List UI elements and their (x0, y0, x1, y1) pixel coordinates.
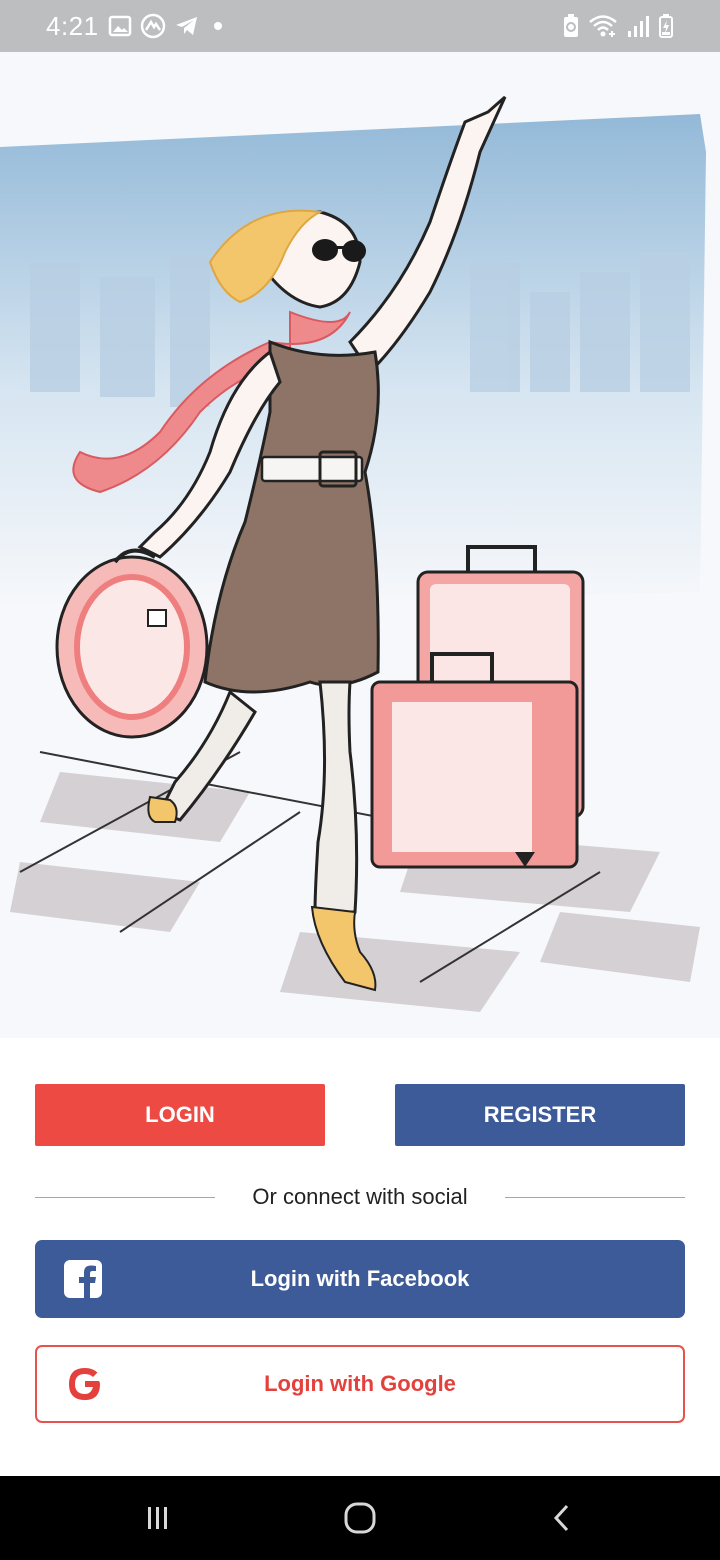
social-divider-text: Or connect with social (252, 1184, 468, 1209)
system-icons (562, 12, 674, 40)
battery-saver-icon (564, 14, 578, 37)
divider-right (505, 1197, 685, 1198)
google-login-label: Login with Google (264, 1371, 456, 1396)
back-icon[interactable] (542, 1500, 582, 1536)
hero-illustration (0, 52, 720, 1038)
divider-left (35, 1197, 215, 1198)
notification-icons (108, 12, 222, 40)
google-login-button[interactable]: Login with Google (35, 1345, 685, 1423)
facebook-icon (63, 1259, 103, 1299)
register-button[interactable]: REGISTER (395, 1084, 685, 1146)
signal-icon (628, 16, 649, 37)
google-icon (65, 1364, 105, 1404)
navigation-bar (0, 1476, 720, 1560)
status-bar: 4:21 (0, 0, 720, 52)
home-icon[interactable] (340, 1500, 380, 1536)
app-icon (140, 13, 166, 39)
woman-with-luggage-illustration (0, 52, 720, 1038)
login-button-label: LOGIN (145, 1102, 215, 1127)
gallery-icon (108, 15, 132, 37)
login-button[interactable]: LOGIN (35, 1084, 325, 1146)
battery-charging-icon (659, 14, 673, 38)
more-notifications-dot (214, 22, 222, 30)
telegram-icon (176, 17, 197, 35)
facebook-login-button[interactable]: Login with Facebook (35, 1240, 685, 1318)
facebook-login-label: Login with Facebook (250, 1266, 470, 1291)
recents-icon[interactable] (138, 1500, 178, 1536)
wifi-icon (589, 15, 617, 37)
status-time: 4:21 (46, 11, 99, 41)
register-button-label: REGISTER (483, 1102, 597, 1127)
